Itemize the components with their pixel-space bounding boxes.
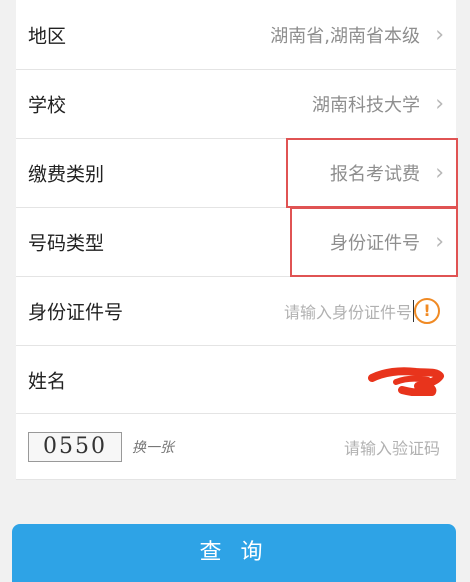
captcha-input[interactable]: 请输入验证码 [344, 435, 440, 459]
right-margin [456, 0, 470, 480]
chevron-right-icon: › [435, 91, 444, 117]
id-type-label: 号码类型 [28, 232, 105, 255]
region-label: 地区 [28, 25, 67, 47]
chevron-right-icon: › [435, 22, 444, 47]
captcha-image[interactable]: 0550 [28, 431, 122, 462]
redaction-scribble [368, 367, 444, 396]
warning-icon: ! [414, 298, 440, 324]
region-value: 湖南省,湖南省本级 [270, 25, 420, 47]
captcha-row[interactable]: 0550 换一张 请输入验证码 [16, 414, 456, 480]
region-row[interactable]: 地区 湖南省,湖南省本级 › [16, 0, 456, 70]
highlight-box-id-type [290, 207, 458, 277]
name-label: 姓名 [28, 370, 67, 392]
left-margin [0, 0, 16, 480]
name-row[interactable]: 姓名 [16, 346, 456, 414]
query-button[interactable]: 查 询 [12, 524, 456, 582]
school-value: 湖南科技大学 [312, 95, 420, 116]
id-number-input[interactable]: 请输入身份证件号 [284, 299, 412, 323]
fee-type-label: 缴费类别 [28, 163, 105, 186]
id-number-label: 身份证件号 [28, 301, 124, 324]
captcha-refresh-link[interactable]: 换一张 [132, 437, 174, 457]
school-row[interactable]: 学校 湖南科技大学 › [16, 70, 456, 139]
school-label: 学校 [28, 94, 67, 117]
captcha-code: 0550 [43, 434, 107, 459]
highlight-box-fee-type [286, 138, 458, 208]
id-number-row[interactable]: 身份证件号 请输入身份证件号 ! [16, 277, 456, 346]
